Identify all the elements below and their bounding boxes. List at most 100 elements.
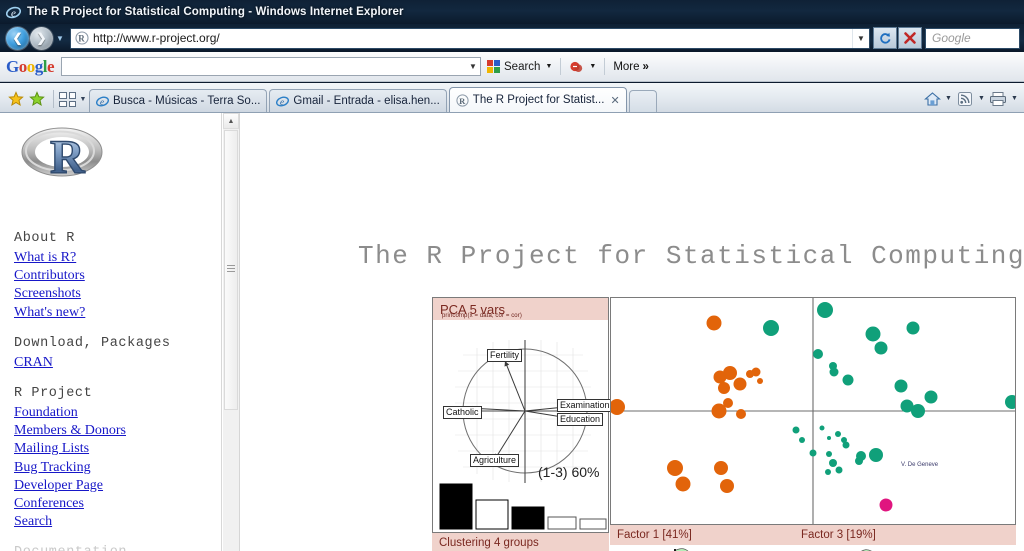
sidebar-heading-r-project: R Project [14, 385, 93, 401]
forward-arrow-icon: ❯ [36, 31, 47, 45]
google-query-dropdown-icon[interactable]: ▼ [466, 62, 480, 71]
factor1-title: Factor 1 [41%] [617, 529, 692, 541]
r-site-favicon: R [75, 31, 89, 45]
tab-bar: ▼ e Busca - Músicas - Terra So... e Gmai… [0, 83, 1024, 113]
feeds-dropdown-icon[interactable]: ▼ [976, 89, 987, 108]
svg-text:R: R [459, 95, 466, 105]
title-bar: e The R Project for Statistical Computin… [0, 0, 1024, 24]
home-icon[interactable] [921, 89, 943, 108]
page-scrollbar[interactable]: ▲ [223, 113, 240, 551]
page-content: R About R What is R? Contributors Screen… [0, 113, 1024, 551]
sidebar-gap-2 [14, 372, 214, 386]
pca-subtitle: princomp(x = data, cor = cor) [442, 313, 522, 319]
close-icon[interactable]: ✕ [610, 94, 619, 107]
google-search-input[interactable]: ▼ [61, 57, 482, 76]
google-more-label: More [613, 60, 640, 73]
sidebar-item-cran[interactable]: CRAN [14, 354, 214, 372]
svg-text:R: R [50, 131, 86, 183]
svg-text:e: e [100, 97, 104, 107]
forward-button[interactable]: ❯ [30, 26, 53, 50]
sidebar-item-contributors[interactable]: Contributors [14, 267, 214, 285]
tab-0[interactable]: e Busca - Músicas - Terra So... [89, 89, 268, 112]
ie-page-icon: e [276, 95, 290, 108]
r-logo: R [14, 121, 114, 183]
svg-text:R: R [78, 34, 85, 44]
ie-search-input[interactable]: Google [925, 27, 1020, 49]
ie-page-icon: e [96, 95, 109, 108]
address-bar: ❮ ❯ ▼ R http://www.r-project.org/ ▼ Goog… [0, 24, 1024, 52]
refresh-icon [880, 32, 891, 44]
sidebar-item-screenshots[interactable]: Screenshots [14, 285, 214, 303]
url-dropdown-icon[interactable]: ▼ [852, 28, 869, 48]
sidebar-nav: About R What is R? Contributors Screensh… [14, 231, 214, 551]
google-more-chevrons: » [642, 60, 649, 73]
refresh-button[interactable] [873, 27, 897, 49]
quick-tabs-icon[interactable] [59, 92, 76, 107]
page-title: The R Project for Statistical Computing [358, 241, 1024, 271]
browser-window: e The R Project for Statistical Computin… [0, 0, 1024, 551]
google-bookmarks-button[interactable]: ▼ [563, 56, 602, 78]
scroll-up-arrow-icon[interactable]: ▲ [223, 113, 239, 129]
tab-label: Gmail - Entrada - elisa.hen... [293, 95, 440, 107]
tab-2-active[interactable]: R The R Project for Statist... ✕ [448, 87, 627, 112]
stop-close-icon [904, 32, 916, 44]
factor1-density-panel [610, 545, 794, 551]
stop-button[interactable] [898, 27, 922, 49]
sidebar-item-what-is-r[interactable]: What is R? [14, 249, 214, 267]
recent-pages-dropdown[interactable]: ▼ [53, 27, 67, 50]
factor-scatter-panel: V. De Geneve [610, 297, 1016, 525]
tab-label: Busca - Músicas - Terra So... [113, 95, 261, 107]
pca-var-examination: Examination [557, 399, 613, 412]
sidebar-item-whats-new[interactable]: What's new? [14, 304, 214, 322]
pca-variance-annotation: (1-3) 60% [538, 464, 600, 480]
scroll-thumb-grip [227, 265, 235, 272]
google-search-button[interactable]: Search ▼ [481, 56, 558, 78]
factor3-title: Factor 3 [19%] [801, 529, 876, 541]
quick-tabs-dropdown-icon[interactable]: ▼ [77, 92, 89, 107]
sidebar-item-developer-page[interactable]: Developer Page [14, 477, 214, 495]
feeds-rss-icon[interactable] [954, 89, 976, 108]
clustering-title: Clustering 4 groups [439, 537, 539, 549]
print-dropdown-icon[interactable]: ▼ [1009, 89, 1020, 108]
tab-label: The R Project for Statist... [472, 94, 605, 106]
factor-scatter-svg [611, 298, 1015, 524]
back-arrow-icon: ❮ [12, 31, 23, 45]
google-search-label: Search [504, 60, 541, 73]
google-toolbar: Google ▼ Search ▼ ▼ More » [0, 52, 1024, 82]
factor1-caption: Factor 1 [41%] [610, 525, 794, 545]
add-favorite-star-icon[interactable] [8, 91, 24, 107]
sidebar-heading-documentation: Documentation [14, 545, 214, 551]
sidebar-item-members-donors[interactable]: Members & Donors [14, 422, 214, 440]
tab-1[interactable]: e Gmail - Entrada - elisa.hen... [269, 89, 447, 112]
clustering-caption: Clustering 4 groups [432, 533, 609, 551]
print-icon[interactable] [987, 89, 1009, 108]
google-colors-icon [487, 60, 501, 73]
sidebar-item-mailing-lists[interactable]: Mailing Lists [14, 440, 214, 458]
analysis-figure: PCA 5 vars princomp(x = data, cor = cor) [432, 297, 1016, 551]
google-more-button[interactable]: More » [607, 56, 655, 78]
sidebar-item-search[interactable]: Search [14, 513, 214, 531]
back-button[interactable]: ❮ [6, 26, 29, 50]
pca-var-agriculture: Agriculture [470, 454, 520, 467]
r-site-favicon: R [456, 93, 469, 107]
factor3-density-panel [794, 545, 1016, 551]
google-bookmarks-dropdown-icon[interactable]: ▼ [589, 63, 596, 70]
tabbar-divider [53, 90, 54, 108]
toolbar-divider [560, 58, 562, 75]
sidebar-item-conferences[interactable]: Conferences [14, 495, 214, 513]
ie-search-placeholder: Google [932, 31, 971, 45]
scatter-annotation-v-de-geneve: V. De Geneve [901, 462, 939, 468]
home-dropdown-icon[interactable]: ▼ [943, 89, 954, 108]
window-title: The R Project for Statistical Computing … [27, 6, 404, 18]
url-bar[interactable]: R http://www.r-project.org/ ▼ [70, 27, 870, 49]
sidebar-item-bug-tracking[interactable]: Bug Tracking [14, 459, 214, 477]
new-tab-button[interactable] [628, 90, 657, 112]
sidebar-item-foundation[interactable]: Foundation [14, 404, 214, 422]
sidebar-frame: R About R What is R? Contributors Screen… [0, 113, 222, 551]
factor3-density-svg [861, 549, 872, 551]
google-search-dropdown-icon[interactable]: ▼ [545, 63, 552, 70]
sidebar-gap-3 [14, 531, 214, 545]
sidebar-heading-about: About R [14, 231, 75, 246]
favorites-star-icon[interactable] [29, 91, 45, 107]
